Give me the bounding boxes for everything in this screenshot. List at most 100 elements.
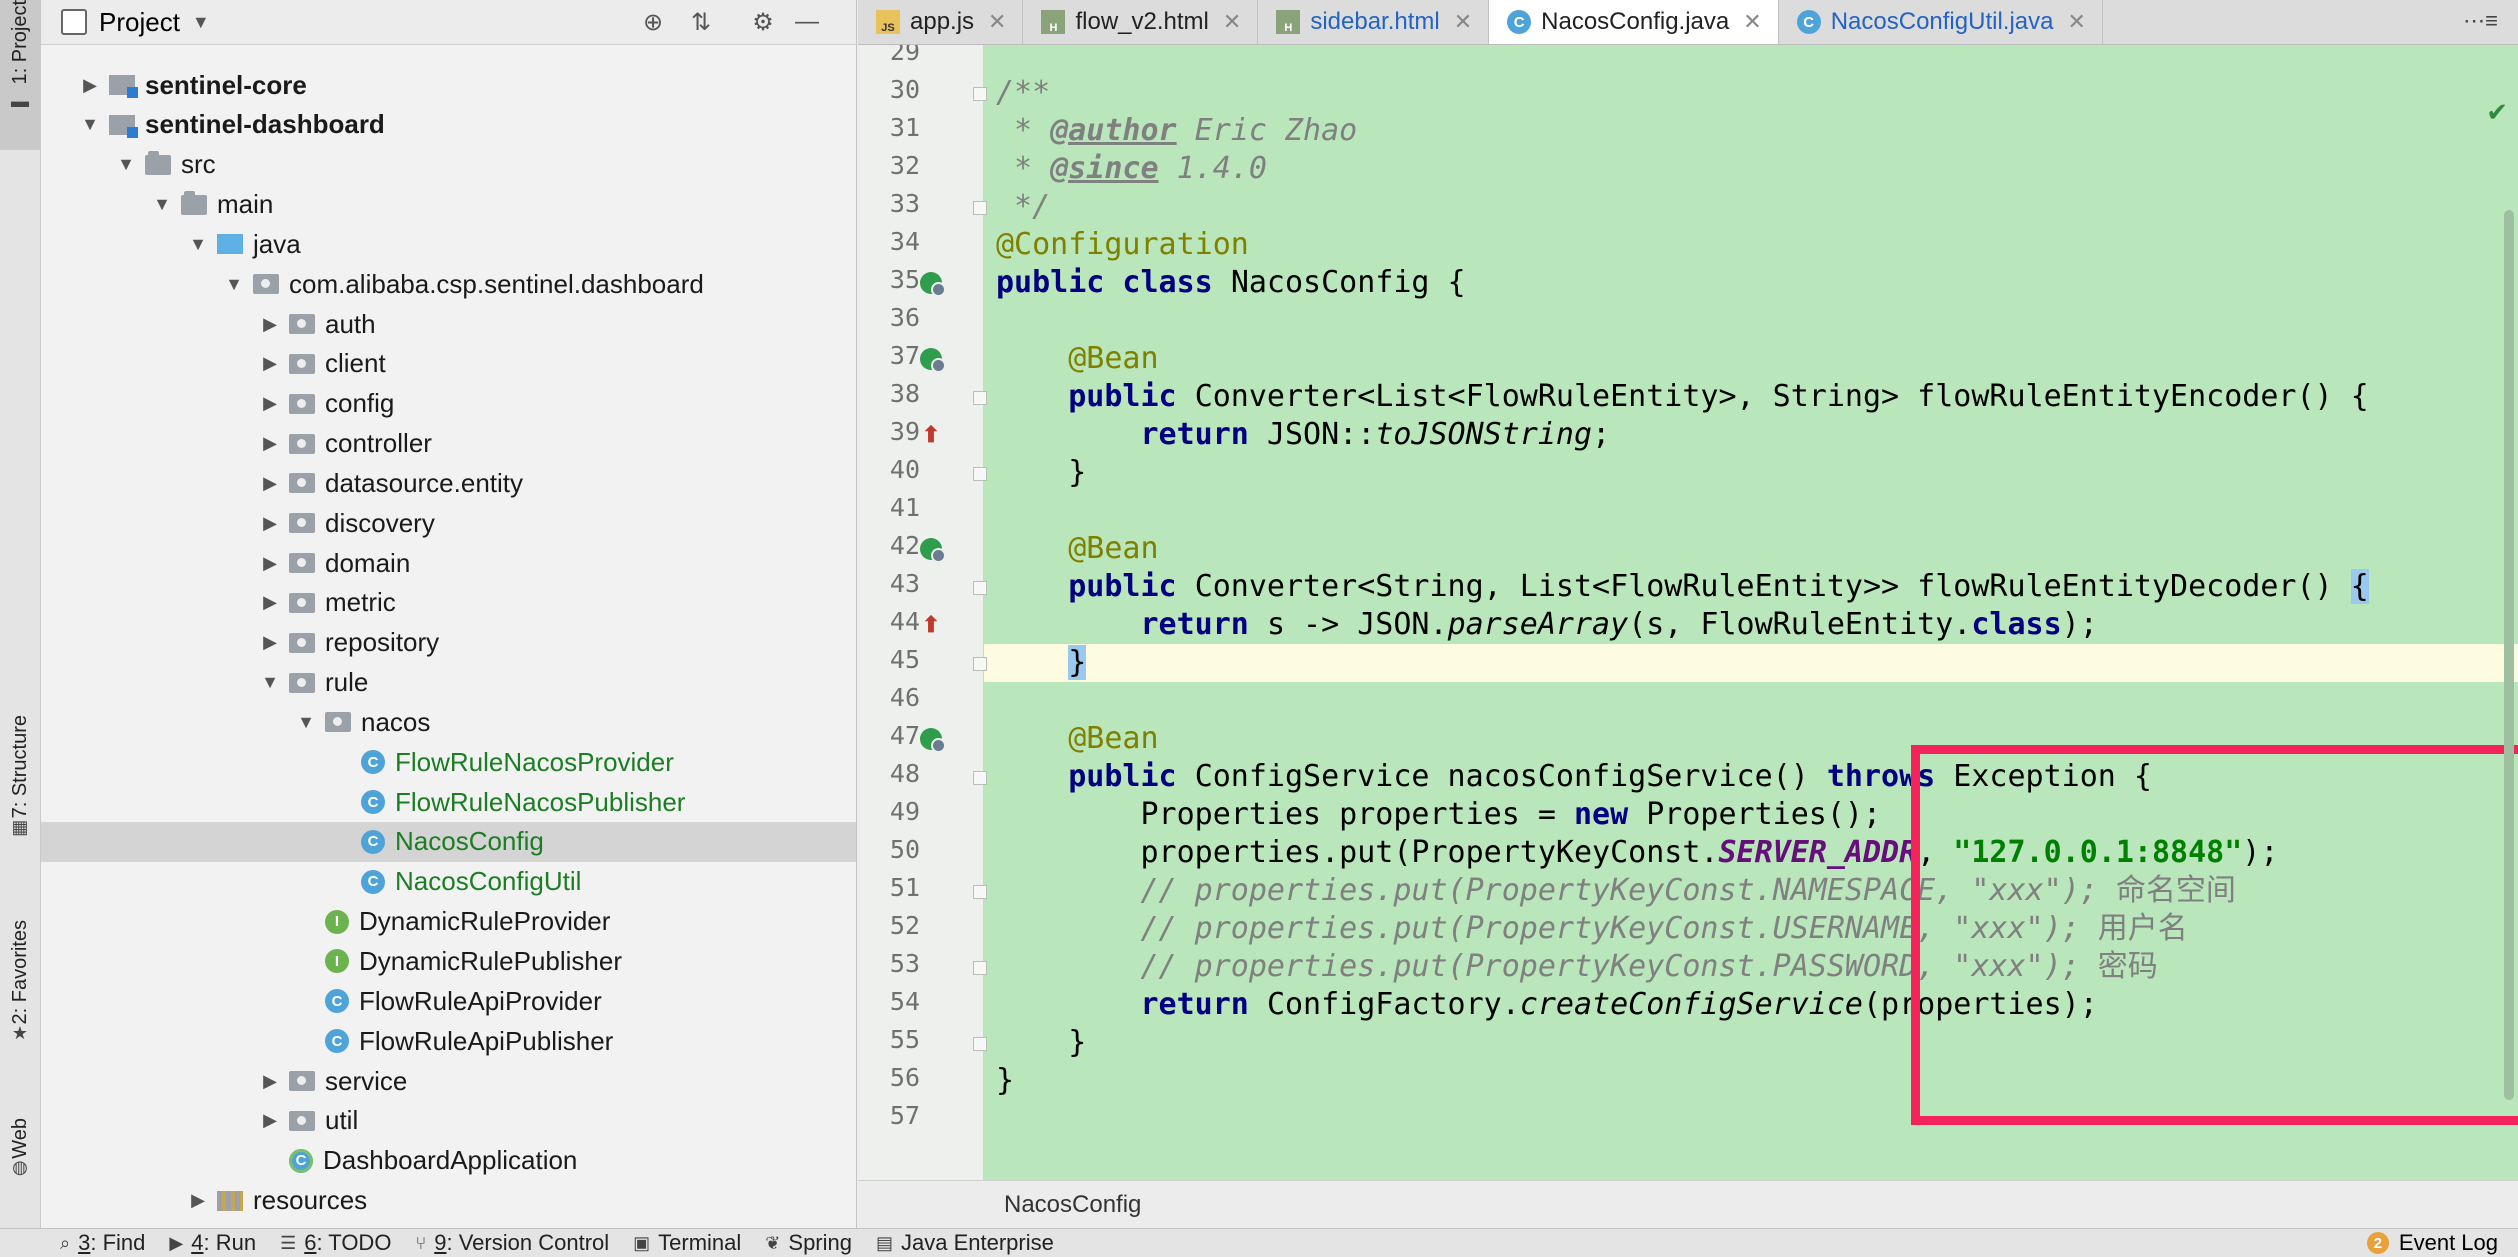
collapse-all-icon[interactable]: ⇅ — [685, 6, 717, 38]
tree-item[interactable]: ▶ domain — [41, 543, 856, 583]
tree-item[interactable]: ▶CFlowRuleApiPublisher — [41, 1021, 856, 1061]
project-tool-tab[interactable]: 1: Project ▬ — [0, 0, 40, 150]
fold-marker-icon[interactable] — [973, 961, 987, 975]
tree-item[interactable]: ▼ main — [41, 185, 856, 225]
code-editor[interactable]: 29 30 31 32 33 34 35 36 37 38 39 40 41 42 43 44 45 46 47 48… — [858, 45, 2518, 1180]
tree-item[interactable]: ▶IDynamicRuleProvider — [41, 902, 856, 942]
tree-item[interactable]: ▶CDashboardApplication — [41, 1141, 856, 1181]
collapsed-arrow-icon[interactable]: ▶ — [259, 353, 281, 374]
gear-icon[interactable]: ⚙ — [747, 6, 779, 38]
tree-item[interactable]: ▼ java — [41, 224, 856, 264]
collapsed-arrow-icon[interactable]: ▶ — [259, 513, 281, 534]
tree-item[interactable]: ▼ nacos — [41, 702, 856, 742]
bean-method-icon[interactable] — [918, 726, 946, 753]
collapsed-arrow-icon[interactable]: ▶ — [187, 1190, 209, 1211]
editor-tab[interactable]: Hsidebar.html ✕ — [1258, 0, 1490, 44]
tree-item[interactable]: ▶ repository — [41, 623, 856, 663]
tool-window-button[interactable]: ▤ Java Enterprise — [876, 1230, 1054, 1256]
tool-window-button[interactable]: ❦ Spring — [765, 1230, 852, 1256]
bean-class-icon[interactable] — [918, 270, 946, 297]
tree-item[interactable]: ▶CNacosConfig — [41, 821, 856, 862]
collapsed-arrow-icon[interactable]: ▶ — [259, 592, 281, 613]
collapsed-arrow-icon[interactable]: ▶ — [259, 393, 281, 414]
editor-tab[interactable]: C NacosConfigUtil.java ✕ — [1779, 0, 2103, 44]
tool-window-button[interactable]: ⌕ 3: Find — [60, 1230, 145, 1256]
tree-item[interactable]: ▶ service — [41, 1061, 856, 1101]
bean-method-icon[interactable] — [918, 536, 946, 563]
close-tab-icon[interactable]: ✕ — [1454, 9, 1472, 35]
tool-window-button[interactable]: ⑂ 9: Version Control — [415, 1230, 609, 1256]
tree-item[interactable]: ▶ resources — [41, 1181, 856, 1221]
editor-tab[interactable]: Hflow_v2.html ✕ — [1023, 0, 1259, 44]
collapsed-arrow-icon[interactable]: ▶ — [259, 1071, 281, 1092]
expanded-arrow-icon[interactable]: ▼ — [79, 114, 101, 135]
event-log-button[interactable]: 2 Event Log — [2366, 1230, 2498, 1256]
expanded-arrow-icon[interactable]: ▼ — [151, 194, 173, 215]
expanded-arrow-icon[interactable]: ▼ — [187, 234, 209, 255]
editor-tab[interactable]: JS app.js ✕ — [858, 0, 1024, 44]
locate-target-icon[interactable]: ⊕ — [637, 6, 669, 38]
fold-marker-icon[interactable] — [973, 885, 987, 899]
tree-item[interactable]: ▼ com.alibaba.csp.sentinel.dashboard — [41, 264, 856, 304]
collapsed-arrow-icon[interactable]: ▶ — [259, 473, 281, 494]
expanded-arrow-icon[interactable]: ▼ — [259, 672, 281, 693]
collapsed-arrow-icon[interactable]: ▶ — [259, 314, 281, 335]
hide-panel-icon[interactable]: — — [791, 6, 823, 38]
inspection-ok-icon[interactable]: ✔ — [2486, 97, 2508, 128]
collapsed-arrow-icon[interactable]: ▶ — [259, 433, 281, 454]
collapsed-arrow-icon[interactable]: ▶ — [259, 553, 281, 574]
web-tool-tab[interactable]: Web ◍ — [0, 1118, 40, 1177]
vertical-scrollbar[interactable] — [2504, 210, 2514, 1100]
fold-marker-icon[interactable] — [973, 1037, 987, 1051]
tree-item[interactable]: ▶ controller — [41, 424, 856, 464]
expanded-arrow-icon[interactable]: ▼ — [115, 154, 137, 175]
tree-item[interactable]: ▼ rule — [41, 663, 856, 703]
breadcrumb-class[interactable]: NacosConfig — [1004, 1191, 1141, 1219]
tree-item[interactable]: ▶CFlowRuleApiProvider — [41, 981, 856, 1021]
expanded-arrow-icon[interactable]: ▼ — [295, 712, 317, 733]
bean-method-icon[interactable] — [918, 346, 946, 373]
fold-marker-icon[interactable] — [973, 87, 987, 101]
tool-window-button[interactable]: ▶ 4: Run — [169, 1230, 256, 1256]
lambda-implements-icon[interactable]: ⬆ — [918, 422, 944, 448]
collapsed-arrow-icon[interactable]: ▶ — [259, 632, 281, 653]
fold-marker-icon[interactable] — [973, 581, 987, 595]
close-tab-icon[interactable]: ✕ — [988, 9, 1006, 35]
tree-item[interactable]: ▶ auth — [41, 304, 856, 344]
collapsed-arrow-icon[interactable]: ▶ — [259, 1110, 281, 1131]
fold-marker-icon[interactable] — [973, 467, 987, 481]
tree-item[interactable]: ▼ src — [41, 145, 856, 185]
close-tab-icon[interactable]: ✕ — [1743, 9, 1761, 35]
tree-item[interactable]: ▶ sentinel-core — [41, 65, 856, 105]
tree-item[interactable]: ▶IDynamicRulePublisher — [41, 941, 856, 981]
tree-item[interactable]: ▶ util — [41, 1101, 856, 1141]
tool-window-button[interactable]: ☰ 6: TODO — [280, 1230, 391, 1256]
fold-marker-icon[interactable] — [973, 657, 987, 671]
close-tab-icon[interactable]: ✕ — [1223, 9, 1241, 35]
collapsed-arrow-icon[interactable]: ▶ — [79, 75, 101, 96]
tree-item[interactable]: ▶CFlowRuleNacosProvider — [41, 742, 856, 782]
tool-window-button[interactable]: ▣ Terminal — [633, 1230, 741, 1256]
tree-item[interactable]: ▶ discovery — [41, 503, 856, 543]
code-token: JSON:: — [1266, 417, 1376, 452]
fold-marker-icon[interactable] — [973, 391, 987, 405]
tree-item[interactable]: ▶CNacosConfigUtil — [41, 862, 856, 902]
favorites-tool-tab[interactable]: 2: Favorites ★ — [0, 920, 40, 1043]
expanded-arrow-icon[interactable]: ▼ — [223, 274, 245, 295]
tab-list-menu-icon[interactable]: ⋯≡ — [2463, 8, 2498, 34]
tree-item[interactable]: ▶ client — [41, 344, 856, 384]
editor-tab[interactable]: C NacosConfig.java ✕ — [1489, 0, 1779, 44]
lambda-implements-icon[interactable]: ⬆ — [918, 612, 944, 638]
tree-item[interactable]: ▶CFlowRuleNacosPublisher — [41, 782, 856, 822]
close-tab-icon[interactable]: ✕ — [2067, 9, 2085, 35]
chevron-down-icon[interactable]: ▼ — [192, 12, 210, 33]
structure-tool-tab[interactable]: 7: Structure ▦ — [0, 715, 40, 837]
tree-item[interactable]: ▶ metric — [41, 583, 856, 623]
tree-item[interactable]: ▶ datasource.entity — [41, 463, 856, 503]
tree-item[interactable]: ▼ sentinel-dashboard — [41, 105, 856, 145]
fold-marker-icon[interactable] — [973, 201, 987, 215]
tree-item[interactable]: ▶ config — [41, 384, 856, 424]
project-view-selector[interactable]: Project — [99, 7, 180, 38]
fold-marker-icon[interactable] — [973, 771, 987, 785]
